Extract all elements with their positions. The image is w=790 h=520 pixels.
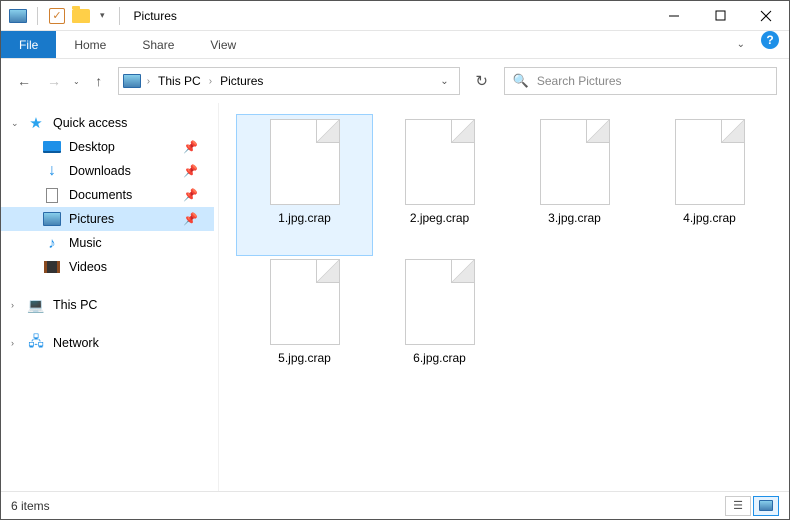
sidebar-item-pictures[interactable]: Pictures 📌: [1, 207, 214, 231]
qat-newfolder-icon[interactable]: [72, 7, 90, 25]
file-icon: [405, 119, 475, 205]
sidebar-label: Pictures: [69, 212, 114, 226]
file-name: 4.jpg.crap: [679, 211, 740, 225]
file-icon: [540, 119, 610, 205]
sidebar-item-documents[interactable]: Documents 📌: [1, 183, 214, 207]
file-icon: [270, 119, 340, 205]
tab-home[interactable]: Home: [56, 31, 124, 58]
sidebar-network[interactable]: › 🖧 Network: [1, 331, 214, 355]
sidebar-label: Downloads: [69, 164, 131, 178]
music-icon: ♪: [43, 235, 61, 251]
sidebar-item-videos[interactable]: Videos: [1, 255, 214, 279]
sidebar-item-music[interactable]: ♪ Music: [1, 231, 214, 255]
sidebar-label: Desktop: [69, 140, 115, 154]
ribbon-tabs: File Home Share View ⌄ ?: [1, 31, 789, 59]
title-bar: ✓ ▾ Pictures: [1, 1, 789, 31]
file-item[interactable]: 5.jpg.crap: [237, 255, 372, 395]
qat-customize-caret[interactable]: ▾: [96, 10, 109, 21]
file-icon: [270, 259, 340, 345]
navigation-pane: ⌄ ★ Quick access Desktop 📌 ↓ Downloads 📌…: [1, 103, 219, 491]
file-name: 1.jpg.crap: [274, 211, 335, 225]
back-button[interactable]: ←: [13, 70, 35, 92]
file-item[interactable]: 4.jpg.crap: [642, 115, 777, 255]
address-bar[interactable]: › This PC › Pictures ⌄: [118, 67, 460, 95]
pin-icon: 📌: [183, 188, 208, 202]
ribbon-collapse-caret[interactable]: ⌄: [731, 31, 751, 58]
network-icon: 🖧: [27, 335, 45, 351]
videos-icon: [43, 259, 61, 275]
breadcrumb-this-pc[interactable]: This PC: [156, 74, 203, 88]
help-button[interactable]: ?: [761, 31, 779, 49]
search-placeholder: Search Pictures: [537, 74, 622, 88]
nav-toolbar: ← → ⌄ ↑ › This PC › Pictures ⌄ ↻ 🔍 Searc…: [1, 59, 789, 103]
chevron-right-icon[interactable]: ›: [145, 76, 152, 87]
window-icon: [9, 7, 27, 25]
pc-icon: 💻: [27, 297, 45, 313]
file-name: 5.jpg.crap: [274, 351, 335, 365]
qat-separator: [37, 7, 38, 25]
file-item[interactable]: 1.jpg.crap: [237, 115, 372, 255]
tab-view[interactable]: View: [192, 31, 254, 58]
sidebar-label: Videos: [69, 260, 107, 274]
location-icon: [123, 74, 141, 88]
file-name: 6.jpg.crap: [409, 351, 470, 365]
file-icon: [405, 259, 475, 345]
pin-icon: 📌: [183, 140, 208, 154]
pin-icon: 📌: [183, 212, 208, 226]
refresh-button[interactable]: ↻: [468, 67, 496, 95]
history-caret[interactable]: ⌄: [73, 77, 80, 86]
pin-icon: 📌: [183, 164, 208, 178]
file-item[interactable]: 6.jpg.crap: [372, 255, 507, 395]
sidebar-item-desktop[interactable]: Desktop 📌: [1, 135, 214, 159]
desktop-icon: [43, 139, 61, 155]
search-input[interactable]: 🔍 Search Pictures: [504, 67, 777, 95]
file-name: 3.jpg.crap: [544, 211, 605, 225]
chevron-right-icon[interactable]: ›: [207, 76, 214, 87]
file-item[interactable]: 3.jpg.crap: [507, 115, 642, 255]
window-title: Pictures: [134, 9, 177, 23]
sidebar-label: This PC: [53, 298, 97, 312]
sidebar-this-pc[interactable]: › 💻 This PC: [1, 293, 214, 317]
sidebar-label: Documents: [69, 188, 132, 202]
pictures-icon: [43, 211, 61, 227]
qat-separator-2: [119, 7, 120, 25]
breadcrumb-pictures[interactable]: Pictures: [218, 74, 265, 88]
file-item[interactable]: 2.jpeg.crap: [372, 115, 507, 255]
file-icon: [675, 119, 745, 205]
file-name: 2.jpeg.crap: [406, 211, 473, 225]
expander-icon[interactable]: ⌄: [11, 118, 19, 129]
forward-button[interactable]: →: [43, 70, 65, 92]
sidebar-quick-access[interactable]: ⌄ ★ Quick access: [1, 111, 214, 135]
status-item-count: 6 items: [11, 499, 50, 513]
star-icon: ★: [27, 115, 45, 131]
expander-icon[interactable]: ›: [11, 300, 14, 310]
qat-properties-icon[interactable]: ✓: [48, 7, 66, 25]
view-details-button[interactable]: ☰: [725, 496, 751, 516]
expander-icon[interactable]: ›: [11, 338, 14, 348]
downloads-icon: ↓: [43, 163, 61, 179]
status-bar: 6 items ☰: [1, 491, 789, 519]
minimize-button[interactable]: [651, 1, 697, 31]
search-icon: 🔍: [513, 73, 529, 89]
tab-share[interactable]: Share: [124, 31, 192, 58]
sidebar-label: Quick access: [53, 116, 127, 130]
up-button[interactable]: ↑: [88, 70, 110, 92]
sidebar-label: Music: [69, 236, 102, 250]
file-list[interactable]: 1.jpg.crap 2.jpeg.crap 3.jpg.crap 4.jpg.…: [219, 103, 789, 491]
address-dropdown-caret[interactable]: ⌄: [434, 76, 454, 87]
documents-icon: [43, 187, 61, 203]
view-large-icons-button[interactable]: [753, 496, 779, 516]
sidebar-label: Network: [53, 336, 99, 350]
close-button[interactable]: [743, 1, 789, 31]
sidebar-item-downloads[interactable]: ↓ Downloads 📌: [1, 159, 214, 183]
tab-file[interactable]: File: [1, 31, 56, 58]
maximize-button[interactable]: [697, 1, 743, 31]
